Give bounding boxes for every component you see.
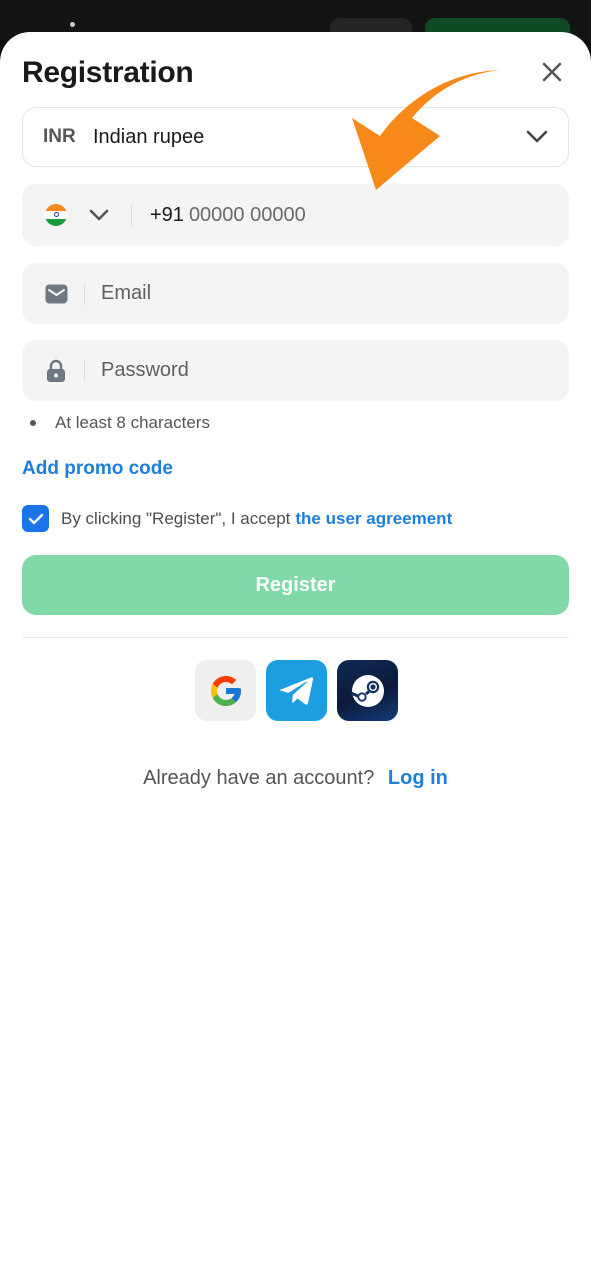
login-question: Already have an account? (143, 767, 375, 789)
log-in-link[interactable]: Log in (388, 767, 448, 789)
currency-name: Indian rupee (93, 125, 205, 148)
password-requirement: At least 8 characters (30, 413, 210, 433)
bullet-icon (30, 420, 36, 426)
currency-select[interactable]: INR Indian rupee (22, 107, 569, 167)
country-chevron-down-icon[interactable] (89, 209, 109, 221)
email-field[interactable]: Email (22, 263, 569, 324)
phone-field[interactable]: +91 00000 00000 (22, 184, 569, 246)
steam-login-button[interactable] (337, 660, 398, 721)
login-prompt: Already have an account? Log in (0, 767, 591, 790)
phone-prefix: +91 (150, 203, 184, 226)
india-flag-icon[interactable] (45, 204, 67, 226)
social-login-buttons (195, 660, 398, 721)
add-promo-code-link[interactable]: Add promo code (22, 458, 173, 480)
google-login-button[interactable] (195, 660, 256, 721)
page-title: Registration (22, 56, 194, 89)
close-icon (542, 62, 562, 82)
google-icon (210, 675, 241, 706)
divider (84, 359, 85, 382)
password-field[interactable]: Password (22, 340, 569, 401)
divider (22, 637, 569, 638)
checkmark-icon (28, 513, 43, 524)
lock-icon (44, 359, 68, 383)
steam-icon (349, 674, 384, 707)
phone-input[interactable]: 00000 00000 (189, 204, 306, 227)
telegram-login-button[interactable] (266, 660, 327, 721)
agreement-text: By clicking "Register", I accept (61, 508, 291, 528)
chevron-down-icon (526, 130, 548, 143)
agreement-row: By clicking "Register", I accept the use… (22, 505, 452, 532)
user-agreement-link[interactable]: the user agreement (295, 509, 452, 529)
password-input[interactable]: Password (101, 359, 189, 382)
email-input[interactable]: Email (101, 282, 151, 305)
currency-code: INR (43, 126, 76, 147)
envelope-icon (44, 282, 68, 306)
divider (84, 282, 85, 305)
password-requirement-text: At least 8 characters (55, 413, 210, 432)
divider (131, 204, 132, 226)
telegram-icon (279, 676, 313, 705)
registration-sheet: Registration INR Indian rupee +91 00000 … (0, 32, 591, 1280)
agreement-checkbox[interactable] (22, 505, 49, 532)
close-button[interactable] (536, 56, 568, 88)
register-button[interactable]: Register (22, 555, 569, 615)
